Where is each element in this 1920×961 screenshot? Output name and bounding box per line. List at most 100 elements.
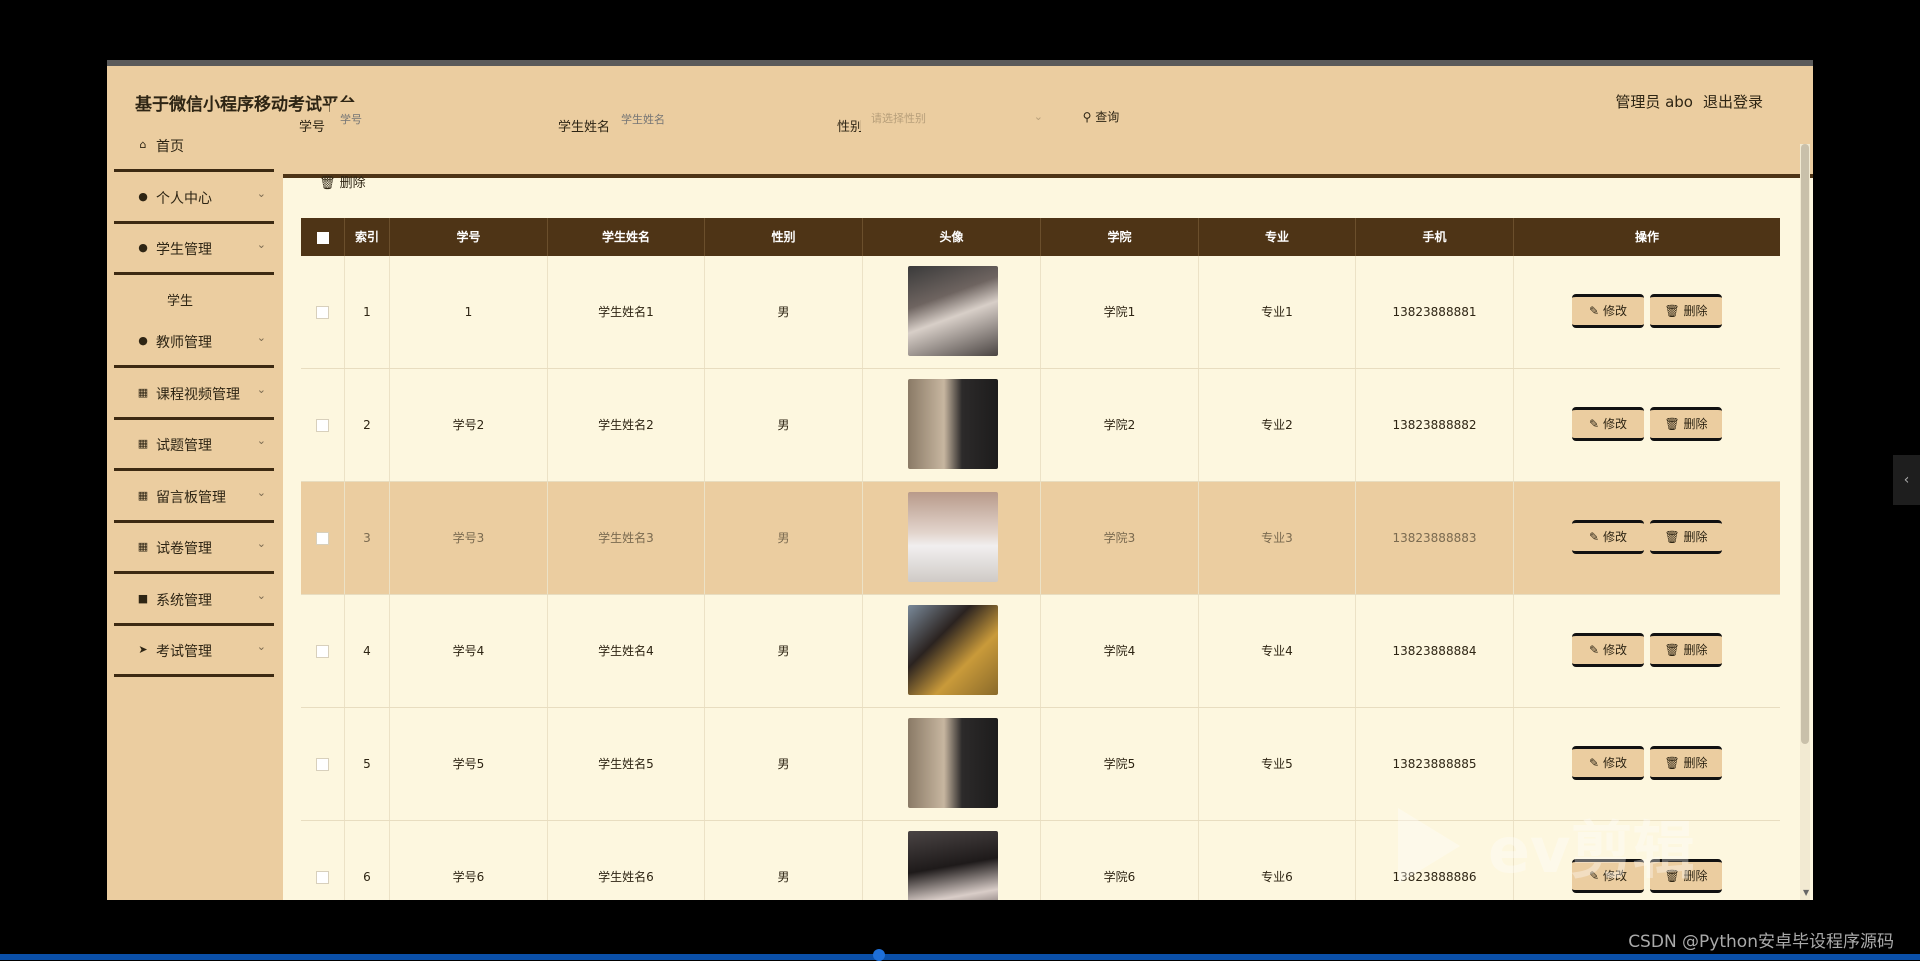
cell-student-name: 学生姓名6 <box>548 821 705 900</box>
delete-label: 删除 <box>1683 304 1708 318</box>
avatar <box>908 379 998 469</box>
progress-handle[interactable] <box>873 949 885 961</box>
sidebar-item-label: 学生管理 <box>156 242 212 258</box>
sidebar-item-students[interactable]: ● 学生管理 ⌄ <box>114 225 274 275</box>
cell-gender: 男 <box>705 369 863 481</box>
cell-student-name: 学生姓名2 <box>548 369 705 481</box>
sidebar-item-message-board[interactable]: ▦ 留言板管理 ⌄ <box>114 473 274 523</box>
sidebar-item-questions[interactable]: ▦ 试题管理 ⌄ <box>114 421 274 471</box>
sidebar-item-profile[interactable]: ● 个人中心 ⌄ <box>114 174 274 224</box>
row-checkbox[interactable] <box>301 482 345 594</box>
cell-gender: 男 <box>705 821 863 900</box>
row-checkbox[interactable] <box>301 369 345 481</box>
edit-icon: ✎ <box>1589 417 1600 431</box>
student-no-label: 学号 <box>299 120 326 135</box>
scrollbar-thumb[interactable] <box>1801 144 1809 744</box>
cell-phone: 13823888881 <box>1356 256 1514 368</box>
trash-icon: 🗑 <box>1664 530 1680 544</box>
select-all-checkbox[interactable] <box>301 218 345 256</box>
cell-gender: 男 <box>705 482 863 594</box>
avatar <box>908 831 998 900</box>
sidebar-item-teachers[interactable]: ● 教师管理 ⌄ <box>114 318 274 368</box>
table-row[interactable]: 3 学号3 学生姓名3 男 学院3 专业3 13823888883 ✎ 修改 🗑… <box>301 482 1780 595</box>
edit-label: 修改 <box>1602 530 1627 544</box>
edit-label: 修改 <box>1602 756 1627 770</box>
edit-button[interactable]: ✎ 修改 <box>1572 633 1644 667</box>
table-row[interactable]: 4 学号4 学生姓名4 男 学院4 专业4 13823888884 ✎ 修改 🗑… <box>301 595 1780 708</box>
edit-icon: ✎ <box>1589 756 1600 770</box>
sidebar-item-label: 留言板管理 <box>156 490 226 506</box>
cell-index: 4 <box>345 595 390 707</box>
header-major: 专业 <box>1199 218 1356 256</box>
row-checkbox[interactable] <box>301 256 345 368</box>
row-checkbox[interactable] <box>301 708 345 820</box>
cell-gender: 男 <box>705 256 863 368</box>
grid-icon: ▦ <box>137 489 149 502</box>
cell-student-name: 学生姓名4 <box>548 595 705 707</box>
person-icon: ● <box>138 241 148 254</box>
row-checkbox[interactable] <box>301 595 345 707</box>
student-name-input[interactable] <box>611 102 815 138</box>
delete-label: 删除 <box>1683 756 1708 770</box>
edit-button[interactable]: ✎ 修改 <box>1572 407 1644 441</box>
sidebar-item-system[interactable]: ■ 系统管理 ⌄ <box>114 576 274 626</box>
table-header: 索引 学号 学生姓名 性别 头像 学院 专业 手机 操作 <box>301 218 1780 256</box>
cell-student-no: 1 <box>390 256 548 368</box>
gender-placeholder: 请选择性别 <box>871 112 926 125</box>
sidebar-item-label: 个人中心 <box>156 191 212 207</box>
table-row[interactable]: 1 1 学生姓名1 男 学院1 专业1 13823888881 ✎ 修改 🗑 删… <box>301 256 1780 369</box>
trash-icon: 🗑 <box>1664 643 1680 657</box>
cell-index: 3 <box>345 482 390 594</box>
grid-icon: ▦ <box>137 540 149 553</box>
sidebar-item-exams[interactable]: ➤ 考试管理 ⌄ <box>114 627 274 677</box>
home-icon: ⌂ <box>139 138 147 151</box>
scroll-down-arrow[interactable]: ▼ <box>1803 888 1809 897</box>
cell-index: 5 <box>345 708 390 820</box>
sidebar-item-papers[interactable]: ▦ 试卷管理 ⌄ <box>114 524 274 574</box>
cell-avatar <box>863 595 1041 707</box>
sidebar-sub-student[interactable]: 学生 <box>167 290 193 309</box>
header-actions: 操作 <box>1634 230 1659 244</box>
delete-button[interactable]: 🗑 删除 <box>1650 746 1722 780</box>
delete-button[interactable]: 🗑 删除 <box>1650 633 1722 667</box>
sidebar-item-course-videos[interactable]: ▦ 课程视频管理 ⌄ <box>114 370 274 420</box>
gender-label: 性别 <box>837 120 864 135</box>
cell-college: 学院3 <box>1041 482 1199 594</box>
delete-button[interactable]: 🗑 删除 <box>1650 520 1722 554</box>
cell-major: 专业5 <box>1199 708 1356 820</box>
student-no-input[interactable] <box>330 102 536 138</box>
edit-button[interactable]: ✎ 修改 <box>1572 294 1644 328</box>
table-row[interactable]: 2 学号2 学生姓名2 男 学院2 专业2 13823888882 ✎ 修改 🗑… <box>301 369 1780 482</box>
sidebar-item-home[interactable]: ⌂ 首页 <box>114 122 274 172</box>
sidebar-item-label: 教师管理 <box>156 335 212 351</box>
batch-delete-button[interactable]: 🗑 删除 <box>319 172 366 191</box>
edit-label: 修改 <box>1602 417 1627 431</box>
cell-major: 专业3 <box>1199 482 1356 594</box>
delete-label: 删除 <box>1683 417 1708 431</box>
cell-gender: 男 <box>705 595 863 707</box>
sidebar-item-label: 考试管理 <box>156 644 212 660</box>
edit-button[interactable]: ✎ 修改 <box>1572 520 1644 554</box>
cell-college: 学院5 <box>1041 708 1199 820</box>
sidebar-item-label: 系统管理 <box>156 593 212 609</box>
logout-link[interactable]: 退出登录 <box>1703 91 1763 112</box>
query-button[interactable]: ⚲ 查询 <box>1063 102 1139 138</box>
delete-button[interactable]: 🗑 删除 <box>1650 407 1722 441</box>
header-gender: 性别 <box>705 218 863 256</box>
delete-button[interactable]: 🗑 删除 <box>1650 294 1722 328</box>
cell-actions: ✎ 修改 🗑 删除 <box>1514 595 1780 707</box>
edit-button[interactable]: ✎ 修改 <box>1572 746 1644 780</box>
watermark-text: ev剪辑 <box>1488 814 1695 887</box>
row-checkbox[interactable] <box>301 821 345 900</box>
collapse-panel-tab[interactable]: ‹ <box>1893 455 1920 505</box>
header-student-no: 学号 <box>390 218 548 256</box>
header-index: 索引 <box>345 218 390 256</box>
chevron-down-icon: ⌄ <box>256 537 266 550</box>
student-name-label: 学生姓名 <box>558 120 611 135</box>
cell-actions: ✎ 修改 🗑 删除 <box>1514 482 1780 594</box>
gender-select[interactable]: 请选择性别 ⌄ <box>861 102 1053 138</box>
delete-label: 删除 <box>1683 530 1708 544</box>
trash-icon: ■ <box>137 592 149 605</box>
admin-user: 管理员 abo <box>1615 93 1693 111</box>
cell-avatar <box>863 256 1041 368</box>
